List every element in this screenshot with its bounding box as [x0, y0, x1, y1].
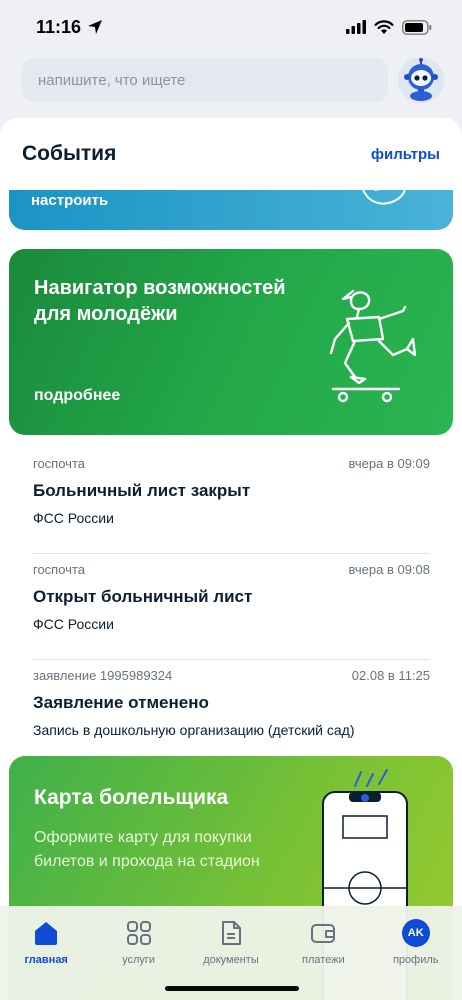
tab-services[interactable]: услуги: [94, 918, 184, 966]
event-meta: заявление 1995989324 02.08 в 11:25: [33, 668, 430, 683]
status-icons: [346, 19, 432, 35]
page-title: События: [22, 142, 117, 165]
wallet-icon: [308, 918, 338, 948]
cellular-signal-icon: [346, 20, 366, 34]
status-bar: 11:16: [0, 0, 462, 54]
event-subtitle: Запись в дошкольную организацию (детский…: [33, 722, 355, 738]
search-row: напишите, что ищете: [0, 56, 462, 104]
sheet-header: События фильтры: [0, 118, 462, 190]
event-meta: госпочта вчера в 09:08: [33, 562, 430, 577]
status-time: 11:16: [36, 17, 103, 38]
event-subtitle: ФСС России: [33, 616, 114, 632]
grid-icon: [124, 918, 154, 948]
tab-documents[interactable]: документы: [186, 918, 276, 966]
home-icon: [31, 918, 61, 948]
avatar-initials: AK: [401, 919, 430, 947]
filters-link[interactable]: фильтры: [371, 146, 440, 163]
fan-banner-title: Карта болельщика: [34, 786, 229, 809]
events-sheet: настроить События фильтры Навигатор возм…: [0, 118, 462, 1000]
event-source: госпочта: [33, 456, 85, 471]
fan-banner-text: Оформите карту для покупки билетов и про…: [34, 829, 260, 870]
event-title: Больничный лист закрыт: [33, 481, 251, 500]
wifi-icon: [374, 19, 394, 34]
status-clock: 11:16: [36, 16, 82, 37]
tab-label: профиль: [392, 954, 439, 966]
event-subtitle: ФСС России: [33, 510, 114, 526]
location-arrow-icon: [88, 20, 103, 34]
document-icon: [216, 918, 246, 948]
home-indicator: [165, 986, 299, 991]
tab-label: главная: [24, 954, 68, 966]
event-time: вчера в 09:09: [348, 456, 430, 471]
list-item[interactable]: госпочта вчера в 09:08 Открыт больничный…: [33, 554, 430, 660]
event-title: Заявление отменено: [33, 693, 209, 712]
robot-assistant-icon[interactable]: [398, 57, 444, 103]
event-meta: госпочта вчера в 09:09: [33, 456, 430, 471]
avatar: AK: [401, 918, 431, 948]
tab-profile[interactable]: AK профиль: [371, 918, 461, 966]
list-item[interactable]: госпочта вчера в 09:09 Больничный лист з…: [33, 448, 430, 554]
search-placeholder: напишите, что ищете: [38, 71, 186, 89]
youth-navigator-banner[interactable]: Навигатор возможностей для молодёжи подр…: [9, 249, 453, 435]
tab-home[interactable]: главная: [1, 918, 91, 966]
banner-title: Навигатор возможностей для молодёжи: [34, 277, 286, 325]
tab-payments[interactable]: платежи: [278, 918, 368, 966]
event-time: вчера в 09:08: [348, 562, 430, 577]
tab-label: услуги: [122, 954, 156, 966]
battery-icon: [402, 19, 432, 35]
event-title: Открыт больничный лист: [33, 587, 253, 606]
event-source: заявление 1995989324: [33, 668, 173, 683]
skateboarder-illustration-icon: [329, 289, 417, 403]
event-time: 02.08 в 11:25: [351, 668, 430, 683]
teaser-label: настроить: [31, 192, 109, 209]
event-source: госпочта: [33, 562, 85, 577]
events-list: госпочта вчера в 09:09 Больничный лист з…: [0, 448, 462, 766]
banner-more-link[interactable]: подробнее: [34, 387, 120, 405]
list-item[interactable]: заявление 1995989324 02.08 в 11:25 Заявл…: [33, 660, 430, 766]
tab-label: документы: [203, 954, 259, 966]
search-input[interactable]: напишите, что ищете: [22, 58, 388, 102]
tab-label: платежи: [302, 954, 345, 966]
